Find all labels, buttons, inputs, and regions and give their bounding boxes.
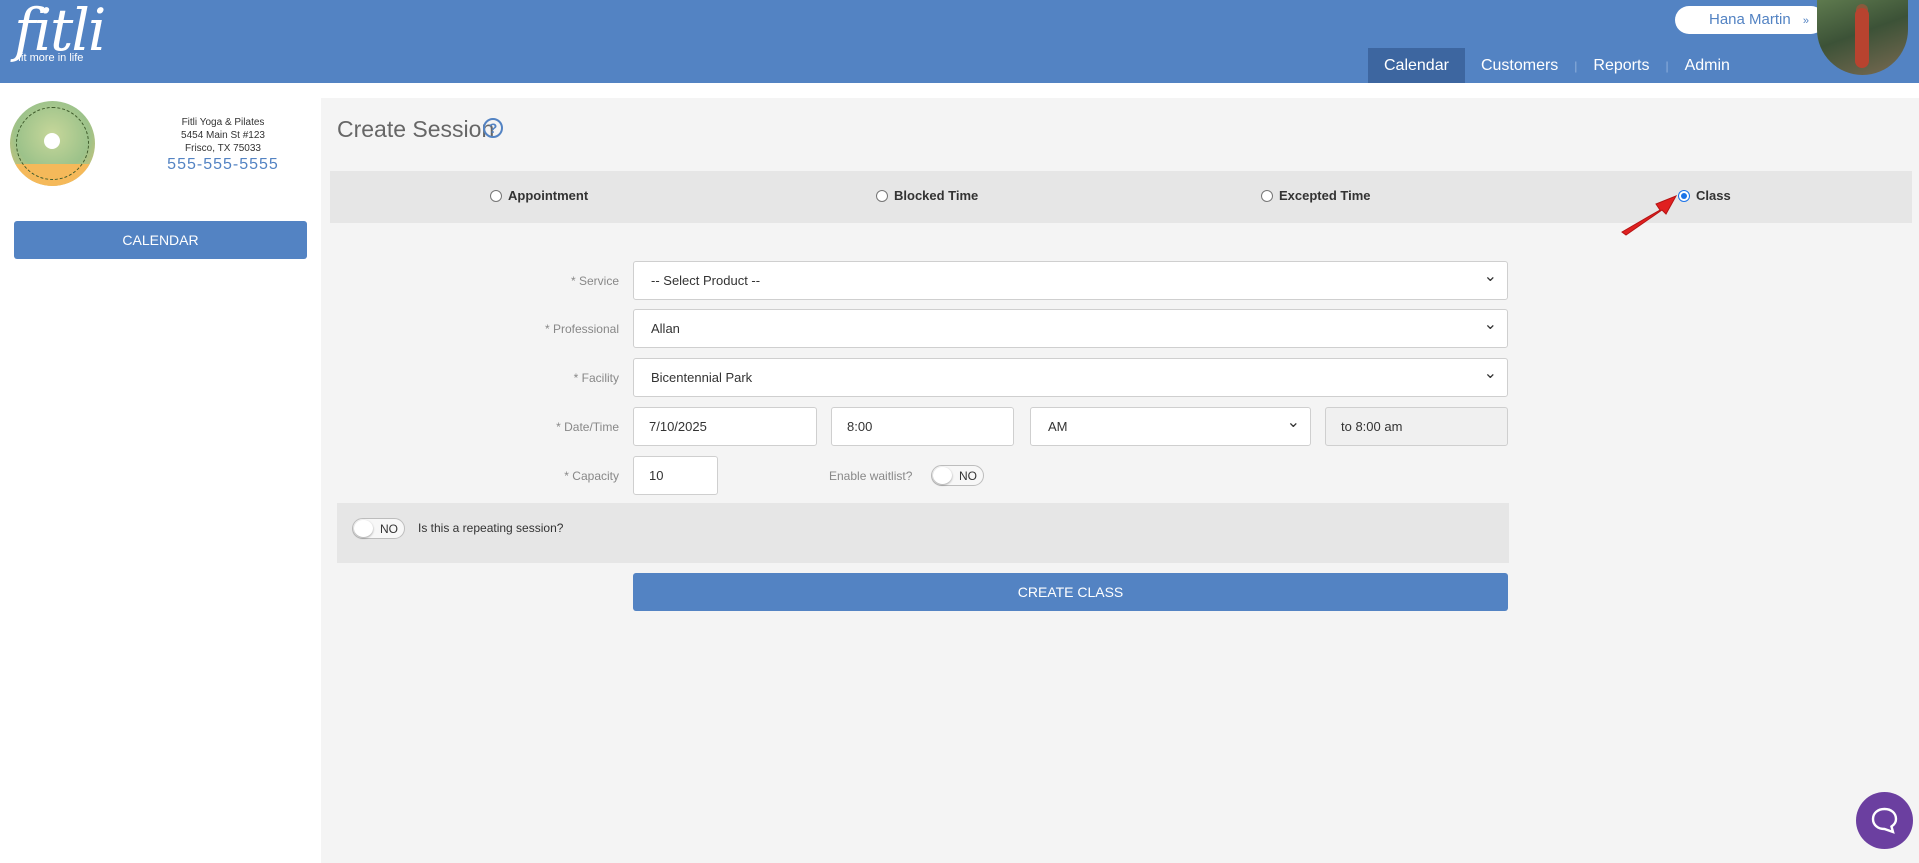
toggle-knob: [354, 520, 373, 537]
radio-appointment[interactable]: Appointment: [490, 188, 588, 203]
page-title: Create Session: [337, 116, 495, 142]
toggle-label: NO: [959, 469, 977, 483]
service-label: * Service: [570, 274, 619, 288]
business-phone[interactable]: 555-555-5555: [148, 157, 298, 173]
business-address-line1: 5454 Main St #123: [181, 130, 265, 141]
avatar[interactable]: [1817, 0, 1908, 75]
toggle-knob: [933, 467, 952, 484]
calendar-button[interactable]: CALENDAR: [14, 221, 307, 259]
avatar-figure: [1855, 8, 1869, 68]
radio-label: Blocked Time: [894, 188, 979, 203]
service-select[interactable]: -- Select Product --: [633, 258, 1508, 300]
main-nav: Calendar Customers | Reports | Admin: [1368, 48, 1746, 83]
professional-label: * Professional: [544, 322, 619, 336]
top-header: fitli fit more in life Hana Martin » Cal…: [0, 0, 1919, 83]
capacity-input[interactable]: 10: [633, 456, 718, 495]
create-class-button[interactable]: CREATE CLASS: [633, 573, 1508, 611]
radio-label: Class: [1696, 188, 1731, 203]
nav-admin[interactable]: Admin: [1669, 48, 1746, 83]
yoga-figure-icon: [44, 133, 60, 149]
fitli-logo[interactable]: fitli fit more in life: [14, 0, 106, 64]
end-time-display: to 8:00 am: [1325, 407, 1508, 446]
question-circle-icon[interactable]: ?: [483, 118, 503, 138]
radio-label: Excepted Time: [1279, 188, 1371, 203]
logo-wordmark: fitli: [14, 0, 106, 64]
toggle-label: NO: [380, 522, 398, 536]
repeat-label: Is this a repeating session?: [418, 521, 564, 535]
chevron-down-icon: »: [1802, 15, 1809, 27]
date-input[interactable]: 7/10/2025: [633, 407, 817, 446]
ampm-select[interactable]: AM: [1030, 404, 1311, 446]
nav-reports[interactable]: Reports: [1577, 48, 1665, 83]
facility-label: * Facility: [573, 371, 619, 385]
capacity-label: * Capacity: [564, 469, 619, 483]
radio-blocked-time[interactable]: Blocked Time: [876, 188, 978, 203]
nav-customers[interactable]: Customers: [1465, 48, 1574, 83]
radio-button[interactable]: [1261, 189, 1273, 202]
chat-bubble-icon: [1871, 807, 1898, 834]
datetime-label: * Date/Time: [556, 420, 619, 434]
radio-excepted-time[interactable]: Excepted Time: [1261, 188, 1371, 203]
radio-class[interactable]: Class: [1678, 188, 1731, 203]
time-input[interactable]: 8:00: [831, 407, 1014, 446]
waitlist-label: Enable waitlist?: [829, 469, 913, 483]
user-menu[interactable]: Hana Martin »: [1675, 6, 1825, 34]
business-info: Fitli Yoga & Pilates 5454 Main St #123 F…: [148, 116, 298, 173]
repeat-toggle[interactable]: NO: [352, 518, 405, 539]
radio-button[interactable]: [876, 189, 888, 202]
business-address-line2: Frisco, TX 75033: [185, 143, 261, 154]
chat-button[interactable]: [1856, 792, 1913, 849]
radio-button[interactable]: [490, 189, 502, 202]
business-name: Fitli Yoga & Pilates: [181, 117, 265, 128]
business-logo: [10, 101, 95, 186]
nav-calendar[interactable]: Calendar: [1368, 48, 1465, 83]
radio-label: Appointment: [508, 188, 589, 203]
professional-select[interactable]: Allan: [633, 306, 1508, 348]
waitlist-toggle[interactable]: NO: [931, 465, 984, 486]
facility-select[interactable]: Bicentennial Park: [633, 355, 1508, 397]
user-name: Hana Martin: [1709, 11, 1791, 28]
red-arrow-icon: [1621, 195, 1678, 236]
